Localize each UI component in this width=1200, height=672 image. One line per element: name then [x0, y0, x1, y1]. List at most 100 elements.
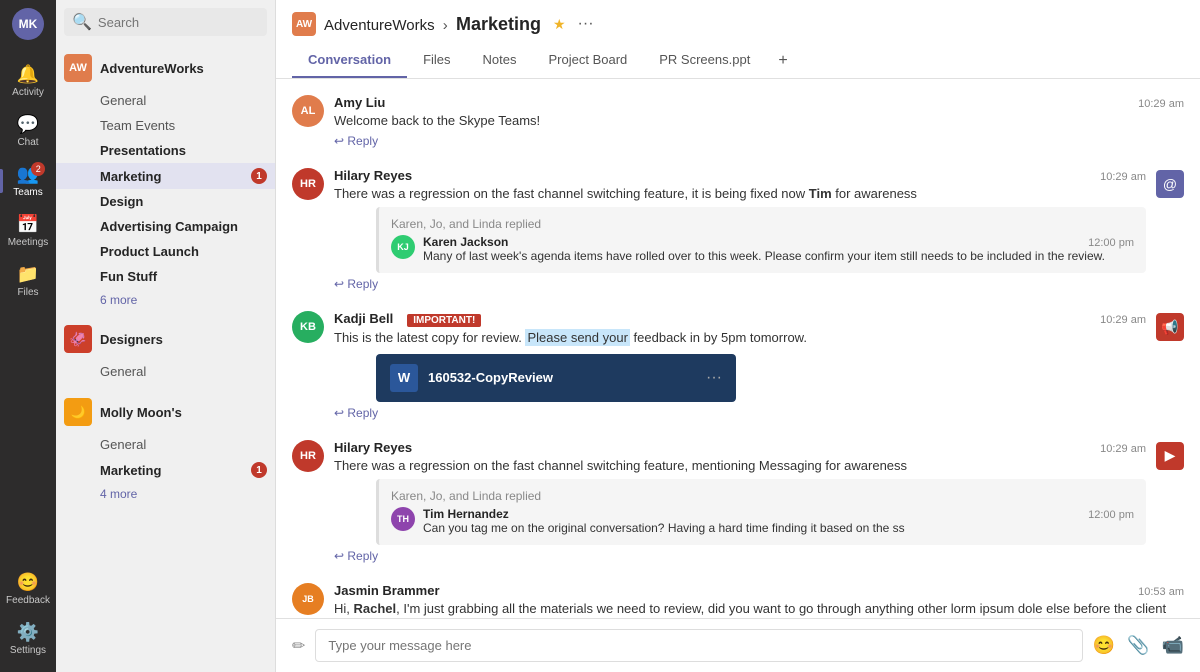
activity-icon: 🔔 — [17, 64, 39, 85]
file-attachment-3[interactable]: W 160532-CopyReview ··· — [376, 354, 736, 402]
thread-sender-4: Tim Hernandez — [423, 507, 509, 521]
emoji-icon[interactable]: 😊 — [1093, 635, 1115, 656]
search-bar[interactable]: 🔍 ✏️ — [64, 8, 267, 36]
msg-text-4: There was a regression on the fast chann… — [334, 457, 1146, 475]
more-link-aw[interactable]: 6 more — [56, 289, 275, 311]
reply-button-3[interactable]: ↩ Reply — [334, 406, 1146, 420]
attachment-icon[interactable]: 📎 — [1127, 635, 1149, 656]
tab-pr-screens[interactable]: PR Screens.ppt — [643, 44, 766, 78]
message-group-1: AL Amy Liu 10:29 am Welcome back to the … — [292, 95, 1184, 148]
msg-time-1: 10:29 am — [1138, 98, 1184, 110]
user-avatar[interactable]: MK — [12, 8, 44, 40]
channel-product-launch[interactable]: Product Launch — [56, 239, 275, 264]
channel-general-aw[interactable]: General — [56, 88, 275, 113]
more-options-icon[interactable]: ··· — [578, 15, 594, 33]
reply-button-2[interactable]: ↩ Reply — [334, 277, 1146, 291]
msg-time-4: 10:29 am — [1100, 443, 1146, 455]
channel-advertising[interactable]: Advertising Campaign — [56, 214, 275, 239]
format-icon[interactable]: ✏ — [292, 636, 305, 656]
thread-row-2: KJ Karen Jackson 12:00 pm Many of last w… — [391, 235, 1134, 263]
channel-badge-mm: 1 — [251, 462, 267, 478]
avatar-jasmin-brammer: JB — [292, 583, 324, 615]
search-icon: 🔍 — [72, 12, 92, 32]
compose-input[interactable] — [315, 629, 1082, 662]
avatar-hilary-reyes-2: HR — [292, 440, 324, 472]
msg-header-5: Jasmin Brammer 10:53 am — [334, 583, 1184, 598]
main-content: AW AdventureWorks › Marketing ★ ··· Conv… — [276, 0, 1200, 672]
announcement-badge-3: 📢 — [1156, 313, 1184, 341]
channel-marketing-aw[interactable]: Marketing 1 — [56, 163, 275, 189]
star-icon[interactable]: ★ — [553, 16, 566, 33]
msg-sender-3: Kadji Bell — [334, 311, 393, 326]
msg-time-2: 10:29 am — [1100, 171, 1146, 183]
msg-header-3: Kadji Bell IMPORTANT! 10:29 am — [334, 311, 1146, 327]
more-link-mm[interactable]: 4 more — [56, 483, 275, 505]
rail-label-files: Files — [17, 287, 38, 298]
reply-button-4[interactable]: ↩ Reply — [334, 549, 1146, 563]
team-header-designers[interactable]: 🦑 Designers — [56, 319, 275, 359]
messages-area: AL Amy Liu 10:29 am Welcome back to the … — [276, 79, 1200, 618]
message-row-4: HR Hilary Reyes 10:29 am There was a reg… — [292, 440, 1184, 563]
tab-project-board[interactable]: Project Board — [533, 44, 644, 78]
channel-presentations[interactable]: Presentations — [56, 138, 275, 163]
rail-item-files[interactable]: 📁 Files — [0, 256, 56, 306]
tab-conversation[interactable]: Conversation — [292, 44, 407, 78]
channel-general-designers[interactable]: General — [56, 359, 275, 384]
avatar-amy-liu: AL — [292, 95, 324, 127]
tab-notes[interactable]: Notes — [467, 44, 533, 78]
team-avatar-mollymoons: 🌙 — [64, 398, 92, 426]
team-avatar-adventureworks: AW — [64, 54, 92, 82]
thread-text-4: Can you tag me on the original conversat… — [423, 521, 1134, 535]
team-designers: 🦑 Designers General — [56, 315, 275, 388]
msg-sender-2: Hilary Reyes — [334, 168, 412, 183]
search-input[interactable] — [98, 15, 274, 30]
breadcrumb-channel: Marketing — [456, 14, 541, 34]
msg-content-3: Kadji Bell IMPORTANT! 10:29 am This is t… — [334, 311, 1146, 419]
meetings-icon: 📅 — [17, 214, 39, 235]
channel-general-mm[interactable]: General — [56, 432, 275, 457]
rail-label-activity: Activity — [12, 87, 44, 98]
thread-avatar-karen: KJ — [391, 235, 415, 259]
important-badge: IMPORTANT! — [407, 314, 481, 327]
channel-badge-marketing: 1 — [251, 168, 267, 184]
teams-badge: 2 — [31, 162, 45, 176]
channel-fun-stuff[interactable]: Fun Stuff — [56, 264, 275, 289]
video-call-icon[interactable]: 📹 — [1162, 635, 1184, 656]
msg-content-4: Hilary Reyes 10:29 am There was a regres… — [334, 440, 1146, 563]
rail-item-activity[interactable]: 🔔 Activity — [0, 56, 56, 106]
channel-label: Product Launch — [100, 244, 199, 259]
channel-team-events[interactable]: Team Events — [56, 113, 275, 138]
rail-item-chat[interactable]: 💬 Chat — [0, 106, 56, 156]
thread-meta-4: Karen, Jo, and Linda replied — [391, 489, 1134, 503]
message-row-2: HR Hilary Reyes 10:29 am There was a reg… — [292, 168, 1184, 291]
team-header-adventureworks[interactable]: AW AdventureWorks — [56, 48, 275, 88]
avatar-hilary-reyes-1: HR — [292, 168, 324, 200]
channel-label: Marketing — [100, 463, 161, 478]
thread-avatar-tim: TH — [391, 507, 415, 531]
team-header-mollymoons[interactable]: 🌙 Molly Moon's — [56, 392, 275, 432]
rail-item-settings[interactable]: ⚙️ Settings — [0, 614, 56, 664]
msg-text-1: Welcome back to the Skype Teams! — [334, 112, 1184, 130]
files-icon: 📁 — [17, 264, 39, 285]
sidebar: 🔍 ✏️ AW AdventureWorks General Team Even… — [56, 0, 276, 672]
file-more-options[interactable]: ··· — [706, 369, 722, 387]
rail-item-feedback[interactable]: 😊 Feedback — [0, 564, 56, 614]
msg-text-5: Hi, Rachel, I'm just grabbing all the ma… — [334, 600, 1184, 618]
channel-design[interactable]: Design — [56, 189, 275, 214]
channel-label: General — [100, 364, 146, 379]
tab-files[interactable]: Files — [407, 44, 466, 78]
channel-label: General — [100, 93, 146, 108]
rail-item-meetings[interactable]: 📅 Meetings — [0, 206, 56, 256]
rail-label-teams: Teams — [13, 187, 42, 198]
left-rail: MK 🔔 Activity 💬 Chat 👥 2 Teams 📅 Meeting… — [0, 0, 56, 672]
msg-header-2: Hilary Reyes 10:29 am — [334, 168, 1146, 183]
channel-label: Marketing — [100, 169, 161, 184]
channel-marketing-mm[interactable]: Marketing 1 — [56, 457, 275, 483]
chat-icon: 💬 — [17, 114, 39, 135]
channel-team-avatar: AW — [292, 12, 316, 36]
channel-label: Presentations — [100, 143, 186, 158]
rail-item-teams[interactable]: 👥 2 Teams — [0, 156, 56, 206]
header-top: AW AdventureWorks › Marketing ★ ··· — [292, 12, 1184, 36]
reply-button-1[interactable]: ↩ Reply — [334, 134, 1184, 148]
tab-add-button[interactable]: + — [766, 44, 799, 78]
